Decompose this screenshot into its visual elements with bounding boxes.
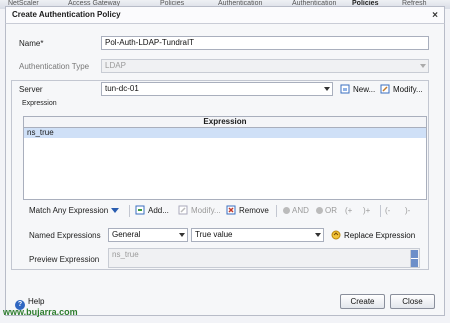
scroll-down-icon[interactable] (411, 259, 418, 267)
close-minus-button[interactable]: )- (405, 204, 410, 218)
remove-icon (226, 205, 236, 215)
watermark: www.bujarra.com (3, 307, 78, 317)
chevron-down-icon (111, 208, 120, 213)
preview-expression-label: Preview Expression (29, 255, 100, 264)
open-minus-button[interactable]: (- (385, 204, 390, 218)
and-operator-button[interactable]: AND (283, 204, 309, 218)
auth-type-label: Authentication Type (19, 62, 90, 71)
dialog-title: Create Authentication Policy (12, 10, 121, 19)
named-expression-value: True value (195, 230, 233, 239)
modify-expression-button[interactable]: Modify... (178, 204, 221, 218)
toolbar-divider (129, 205, 130, 217)
expression-toolbar: Match Any Expression Add... Modify... Re… (23, 204, 427, 218)
toolbar-divider (380, 205, 381, 217)
named-expression-select[interactable]: True value (191, 228, 324, 242)
remove-expression-button[interactable]: Remove (226, 204, 269, 218)
edit-icon (178, 205, 188, 215)
name-label: Name* (19, 39, 44, 48)
name-field[interactable]: Pol-Auth-LDAP-TundraIT (101, 36, 429, 50)
chevron-down-icon (315, 233, 321, 237)
add-label: Add... (148, 206, 169, 215)
match-label: Match Any Expression (29, 206, 109, 215)
named-category-value: General (112, 230, 141, 239)
close-plus-button[interactable]: )+ (363, 204, 370, 218)
remove-label: Remove (239, 206, 269, 215)
close-icon[interactable]: × (432, 8, 438, 24)
auth-type-select: LDAP (101, 59, 429, 73)
add-expression-button[interactable]: Add... (135, 204, 169, 218)
named-expressions-label: Named Expressions (29, 231, 101, 240)
toolbar-divider (276, 205, 277, 217)
chevron-down-icon (420, 64, 426, 68)
replace-icon (331, 230, 341, 240)
chevron-down-icon (179, 233, 185, 237)
expression-group-label: Expression (22, 100, 57, 107)
table-row[interactable]: ns_true (24, 128, 426, 138)
close-button[interactable]: Close (390, 294, 435, 309)
expression-column-header[interactable]: Expression (24, 117, 426, 128)
or-operator-button[interactable]: OR (316, 204, 337, 218)
create-button[interactable]: Create (340, 294, 385, 309)
match-any-expression-dropdown[interactable]: Match Any Expression (29, 204, 120, 218)
open-plus-button[interactable]: (+ (345, 204, 352, 218)
preview-expression-value: ns_true (112, 250, 139, 259)
modify-label: Modify... (191, 206, 221, 215)
or-dot-icon (316, 207, 323, 214)
add-icon (135, 205, 145, 215)
scroll-up-icon[interactable] (411, 250, 418, 259)
help-label: Help (28, 297, 45, 306)
preview-scrollbar[interactable] (410, 250, 418, 267)
and-label: AND (292, 206, 309, 215)
or-label: OR (325, 206, 337, 215)
replace-expression-label: Replace Expression (344, 231, 416, 240)
named-expression-category-select[interactable]: General (108, 228, 188, 242)
expression-table[interactable]: Expression ns_true (23, 116, 427, 200)
preview-expression-field: ns_true (108, 248, 420, 268)
auth-type-value: LDAP (105, 61, 126, 70)
replace-expression-button[interactable]: Replace Expression (331, 230, 415, 240)
and-dot-icon (283, 207, 290, 214)
dialog-titlebar: Create Authentication Policy × (5, 6, 445, 24)
